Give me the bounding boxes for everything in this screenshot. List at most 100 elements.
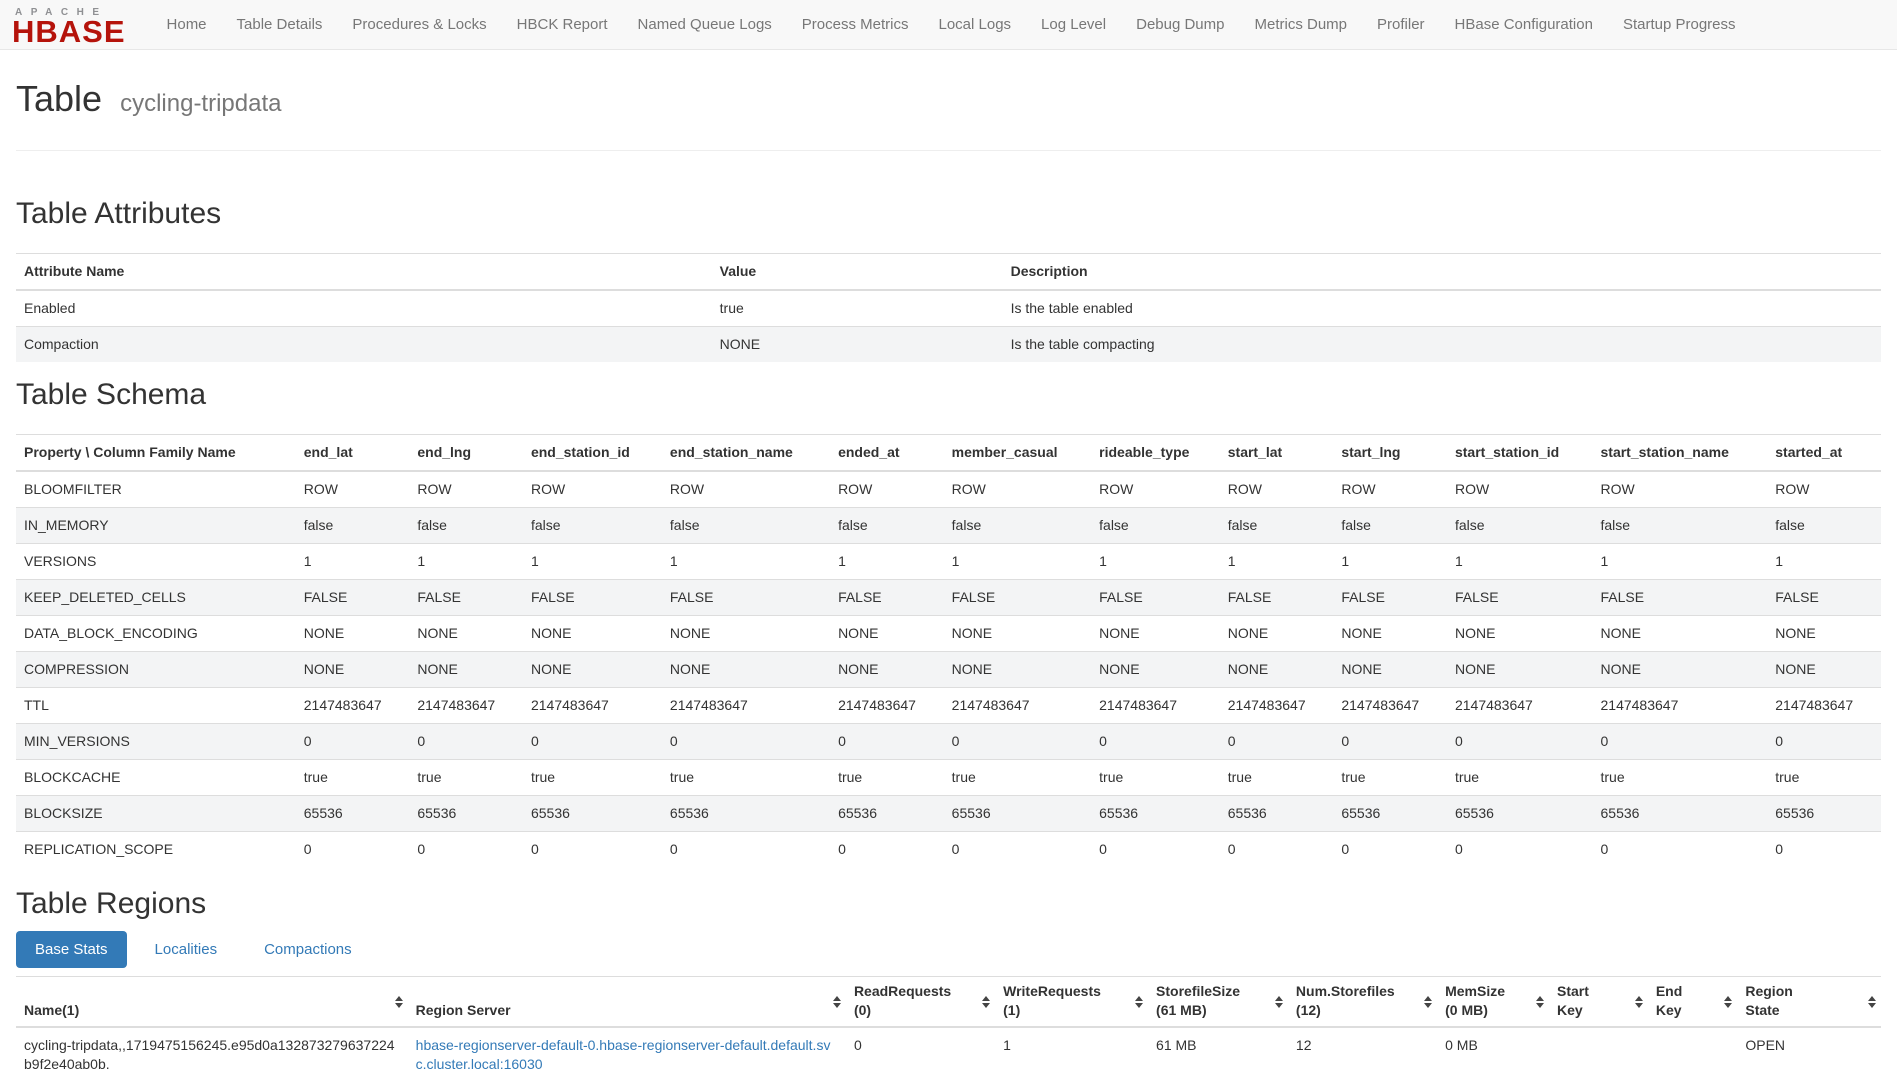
header-line: (0) <box>854 1001 975 1020</box>
region-end-key-cell <box>1648 1027 1738 1082</box>
regions-col-region-server[interactable]: Region Server <box>408 977 846 1028</box>
nav-link-profiler[interactable]: Profiler <box>1362 0 1440 49</box>
schema-heading: Table Schema <box>16 378 1881 412</box>
hbase-logo[interactable]: APACHE HBASE <box>12 4 126 45</box>
header-line: Region <box>1745 982 1861 1001</box>
schema-value-cell: 65536 <box>1767 796 1881 832</box>
sort-icon <box>1635 996 1643 1008</box>
schema-table: Property \ Column Family Nameend_latend_… <box>16 434 1881 867</box>
header-line: ReadRequests <box>854 982 975 1001</box>
schema-value-cell: 0 <box>1333 724 1447 760</box>
sort-down-arrow <box>833 1003 841 1008</box>
regions-col-num-storefiles-12[interactable]: Num.Storefiles(12) <box>1288 977 1437 1028</box>
schema-property-cell: DATA_BLOCK_ENCODING <box>16 616 296 652</box>
tab-link-localities[interactable]: Localities <box>136 931 237 968</box>
nav-link-startup-progress[interactable]: Startup Progress <box>1608 0 1751 49</box>
nav-link-local-logs[interactable]: Local Logs <box>923 0 1026 49</box>
schema-value-cell: false <box>1091 508 1220 544</box>
schema-value-cell: 2147483647 <box>1333 688 1447 724</box>
schema-value-cell: 65536 <box>1593 796 1768 832</box>
attribute-value-cell: true <box>712 290 1003 327</box>
schema-property-cell: BLOOMFILTER <box>16 471 296 508</box>
page-title-text: Table <box>16 78 102 119</box>
header-line: Start <box>1557 982 1628 1001</box>
schema-value-cell: NONE <box>296 652 410 688</box>
regions-col-region-state[interactable]: RegionState <box>1737 977 1881 1028</box>
schema-value-cell: ROW <box>296 471 410 508</box>
region-server-link[interactable]: hbase-regionserver-default-0.hbase-regio… <box>416 1037 831 1072</box>
sort-up-arrow <box>1135 996 1143 1001</box>
sort-down-arrow <box>982 1003 990 1008</box>
nav-link-debug-dump[interactable]: Debug Dump <box>1121 0 1239 49</box>
sort-up-arrow <box>1868 996 1876 1001</box>
schema-value-cell: NONE <box>944 616 1091 652</box>
region-mem-size-cell: 0 MB <box>1437 1027 1549 1082</box>
regions-col-end-key[interactable]: EndKey <box>1648 977 1738 1028</box>
regions-col-name-1[interactable]: Name(1) <box>16 977 408 1028</box>
nav-link-home[interactable]: Home <box>152 0 222 49</box>
nav-link-named-queue-logs[interactable]: Named Queue Logs <box>623 0 787 49</box>
nav-link-table-details[interactable]: Table Details <box>222 0 338 49</box>
schema-row: KEEP_DELETED_CELLSFALSEFALSEFALSEFALSEFA… <box>16 580 1881 616</box>
nav-link-log-level[interactable]: Log Level <box>1026 0 1121 49</box>
sort-icon <box>982 996 990 1008</box>
schema-row: MIN_VERSIONS000000000000 <box>16 724 1881 760</box>
schema-value-cell: NONE <box>1447 616 1593 652</box>
nav-item-hbase-configuration: HBase Configuration <box>1440 0 1608 49</box>
schema-value-cell: ROW <box>1447 471 1593 508</box>
nav-link-procedures-locks[interactable]: Procedures & Locks <box>337 0 501 49</box>
schema-col-start-lng: start_lng <box>1333 435 1447 472</box>
tab-link-compactions[interactable]: Compactions <box>245 931 371 968</box>
schema-value-cell: NONE <box>523 616 662 652</box>
schema-value-cell: 0 <box>409 832 523 868</box>
schema-value-cell: 2147483647 <box>296 688 410 724</box>
region-write-requests-cell: 1 <box>995 1027 1148 1082</box>
schema-row: IN_MEMORYfalsefalsefalsefalsefalsefalsef… <box>16 508 1881 544</box>
tab-link-base-stats[interactable]: Base Stats <box>16 931 127 968</box>
nav-link-hbck-report[interactable]: HBCK Report <box>502 0 623 49</box>
regions-col-memsize-0-mb[interactable]: MemSize(0 MB) <box>1437 977 1549 1028</box>
schema-value-cell: 0 <box>409 724 523 760</box>
schema-value-cell: true <box>1091 760 1220 796</box>
schema-row: DATA_BLOCK_ENCODINGNONENONENONENONENONEN… <box>16 616 1881 652</box>
table-attributes-section: Table Attributes Attribute NameValueDesc… <box>16 197 1881 362</box>
attribute-row: EnabledtrueIs the table enabled <box>16 290 1881 327</box>
schema-value-cell: false <box>523 508 662 544</box>
nav-link-metrics-dump[interactable]: Metrics Dump <box>1240 0 1363 49</box>
schema-value-cell: false <box>1447 508 1593 544</box>
schema-value-cell: 1 <box>523 544 662 580</box>
schema-value-cell: 0 <box>1447 832 1593 868</box>
schema-property-cell: IN_MEMORY <box>16 508 296 544</box>
schema-value-cell: FALSE <box>1767 580 1881 616</box>
regions-heading: Table Regions <box>16 887 1881 921</box>
nav-item-startup-progress: Startup Progress <box>1608 0 1751 49</box>
schema-value-cell: 65536 <box>1091 796 1220 832</box>
schema-row: TTL2147483647214748364721474836472147483… <box>16 688 1881 724</box>
schema-value-cell: NONE <box>1091 616 1220 652</box>
sort-icon <box>1724 996 1732 1008</box>
schema-value-cell: NONE <box>409 616 523 652</box>
schema-value-cell: 0 <box>1447 724 1593 760</box>
sort-down-arrow <box>395 1003 403 1008</box>
header-line: Num.Storefiles <box>1296 982 1417 1001</box>
regions-col-start-key[interactable]: StartKey <box>1549 977 1648 1028</box>
attribute-name-cell: Enabled <box>16 290 712 327</box>
schema-value-cell: false <box>409 508 523 544</box>
schema-property-cell: REPLICATION_SCOPE <box>16 832 296 868</box>
schema-value-cell: NONE <box>296 616 410 652</box>
sort-up-arrow <box>1724 996 1732 1001</box>
regions-col-readrequests-0[interactable]: ReadRequests(0) <box>846 977 995 1028</box>
schema-value-cell: 0 <box>1333 832 1447 868</box>
schema-property-cell: TTL <box>16 688 296 724</box>
table-regions-section: Table Regions Base StatsLocalitiesCompac… <box>16 887 1881 1082</box>
schema-value-cell: 1 <box>1447 544 1593 580</box>
nav-link-process-metrics[interactable]: Process Metrics <box>787 0 924 49</box>
regions-col-storefilesize-61-mb[interactable]: StorefileSize(61 MB) <box>1148 977 1288 1028</box>
schema-row: BLOOMFILTERROWROWROWROWROWROWROWROWROWRO… <box>16 471 1881 508</box>
regions-col-writerequests-1[interactable]: WriteRequests(1) <box>995 977 1148 1028</box>
nav-item-table-details: Table Details <box>222 0 338 49</box>
schema-col-started-at: started_at <box>1767 435 1881 472</box>
schema-value-cell: NONE <box>1333 652 1447 688</box>
nav-link-hbase-configuration[interactable]: HBase Configuration <box>1440 0 1608 49</box>
schema-value-cell: 1 <box>1333 544 1447 580</box>
